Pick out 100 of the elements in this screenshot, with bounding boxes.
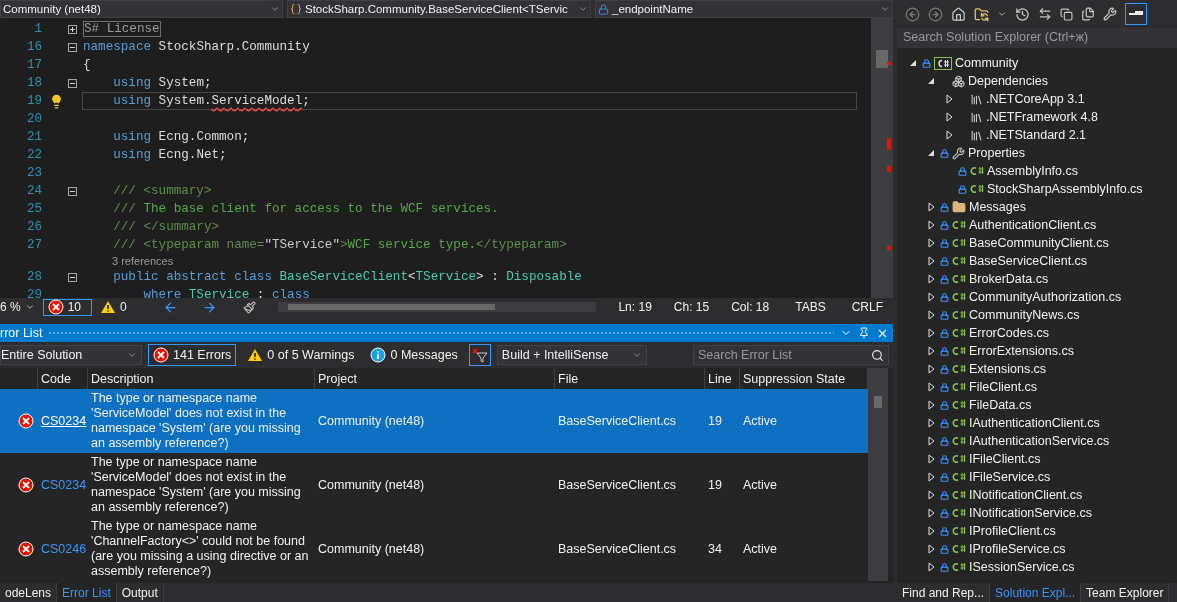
tree-item[interactable]: INotificationClient.cs xyxy=(969,488,1083,502)
line-ending-indicator[interactable]: CRLF xyxy=(851,300,883,314)
vertical-scrollbar[interactable] xyxy=(868,368,888,581)
collapsed-arrow-icon[interactable] xyxy=(927,400,935,410)
collapsed-arrow-icon[interactable] xyxy=(927,508,935,518)
collapsed-arrow-icon[interactable] xyxy=(927,220,935,230)
tree-item[interactable]: FileClient.cs xyxy=(969,380,1038,394)
collapsed-arrow-icon[interactable] xyxy=(927,364,935,374)
tree-item[interactable]: INotificationService.cs xyxy=(969,506,1092,520)
collapsed-arrow-icon[interactable] xyxy=(945,130,953,140)
collapse-toggle[interactable] xyxy=(68,42,77,52)
tree-item[interactable]: .NETCoreApp 3.1 xyxy=(986,92,1085,106)
tree-item[interactable]: CommunityAuthorization.cs xyxy=(969,290,1122,304)
tree-item[interactable]: FileData.cs xyxy=(969,398,1032,412)
scope-dropdown[interactable]: Entire Solution xyxy=(0,345,142,365)
collapsed-arrow-icon[interactable] xyxy=(945,94,953,104)
line-number: 27 xyxy=(25,238,43,252)
horizontal-scrollbar[interactable] xyxy=(277,302,597,312)
search-field[interactable]: Search Solution Explorer (Ctrl+ж) xyxy=(897,28,1177,48)
tree-item[interactable]: ErrorCodes.cs xyxy=(969,326,1049,340)
error-count-button[interactable]: 10 xyxy=(42,298,93,316)
tree-item[interactable]: Dependencies xyxy=(968,74,1048,88)
collapsed-arrow-icon[interactable] xyxy=(927,382,935,392)
lock-icon xyxy=(940,292,949,302)
tree-item[interactable]: IAuthenticationService.cs xyxy=(969,434,1110,448)
collapsed-arrow-icon[interactable] xyxy=(927,526,935,536)
collapse-toggle[interactable] xyxy=(68,78,77,88)
expanded-arrow-icon[interactable] xyxy=(927,77,935,85)
project-dropdown[interactable]: Community (net48) xyxy=(0,0,283,18)
collapse-toggle[interactable] xyxy=(68,186,77,196)
tree-item[interactable]: BaseServiceClient.cs xyxy=(969,254,1088,268)
collapsed-arrow-icon[interactable] xyxy=(927,490,935,500)
tree-item[interactable]: AuthenticationClient.cs xyxy=(969,218,1097,232)
error-icon xyxy=(18,413,34,429)
brush-icon xyxy=(242,300,256,314)
error-icon xyxy=(18,477,34,493)
collapsed-arrow-icon[interactable] xyxy=(927,562,935,572)
collapsed-arrow-icon[interactable] xyxy=(927,256,935,266)
collapsed-arrow-icon[interactable] xyxy=(927,436,935,446)
tree-item[interactable]: .NETStandard 2.1 xyxy=(986,128,1087,142)
collapsed-arrow-icon[interactable] xyxy=(927,472,935,482)
member-dropdown[interactable]: _endpointName xyxy=(595,0,893,18)
panel-tab[interactable]: Error List xyxy=(57,583,117,602)
collapsed-arrow-icon[interactable] xyxy=(927,202,935,212)
collapsed-arrow-icon[interactable] xyxy=(927,454,935,464)
preview-toggle[interactable] xyxy=(1125,3,1147,25)
tree-item[interactable]: StockSharpAssemblyInfo.cs xyxy=(987,182,1143,196)
tree-item[interactable]: .NETFramework 4.8 xyxy=(986,110,1098,124)
collapsed-arrow-icon[interactable] xyxy=(927,274,935,284)
search-field[interactable]: Search Error List xyxy=(693,345,889,365)
tree-item[interactable]: IProfileClient.cs xyxy=(969,524,1056,538)
tree-item[interactable]: Messages xyxy=(969,200,1026,214)
collapsed-arrow-icon[interactable] xyxy=(927,238,935,248)
tree-item[interactable]: BaseCommunityClient.cs xyxy=(969,236,1109,250)
collapsed-arrow-icon[interactable] xyxy=(945,112,953,122)
error-code-link[interactable]: CS0246 xyxy=(41,541,87,557)
collapse-toggle[interactable] xyxy=(68,272,77,282)
warning-count-button[interactable]: 0 xyxy=(100,300,127,314)
collapsed-arrow-icon[interactable] xyxy=(927,292,935,302)
tree-item[interactable]: Community xyxy=(955,56,1019,70)
collapsed-arrow-icon[interactable] xyxy=(927,310,935,320)
indent-indicator[interactable]: TABS xyxy=(795,300,826,314)
lock-icon xyxy=(940,454,949,464)
expanded-arrow-icon[interactable] xyxy=(927,149,935,157)
tree-item[interactable]: Extensions.cs xyxy=(969,362,1047,376)
tree-item[interactable]: AssemblyInfo.cs xyxy=(987,164,1078,178)
error-code-link[interactable]: CS0234 xyxy=(41,477,87,493)
code-line: using System; xyxy=(112,75,213,92)
tree-item[interactable]: BrokerData.cs xyxy=(969,272,1049,286)
tree-item[interactable]: IAuthenticationClient.cs xyxy=(969,416,1100,430)
csharp-file-icon xyxy=(970,166,984,176)
expanded-arrow-icon[interactable] xyxy=(909,59,917,67)
tree-item[interactable]: IFileService.cs xyxy=(969,470,1051,484)
tree-item[interactable]: IFileClient.cs xyxy=(969,452,1041,466)
filter-button[interactable]: 141 Errors xyxy=(148,344,237,366)
collapsed-arrow-icon[interactable] xyxy=(927,544,935,554)
expand-toggle[interactable] xyxy=(68,24,77,34)
zoom-dropdown[interactable]: 6 % xyxy=(0,300,35,314)
tree-item[interactable]: CommunityNews.cs xyxy=(969,308,1080,322)
vertical-scrollbar[interactable] xyxy=(871,18,893,298)
tree-item[interactable]: Properties xyxy=(968,146,1025,160)
collapsed-arrow-icon[interactable] xyxy=(927,328,935,338)
collapsed-arrow-icon[interactable] xyxy=(927,346,935,356)
tree-item[interactable]: IProfileService.cs xyxy=(969,542,1066,556)
column-header[interactable]: Code xyxy=(38,368,88,389)
filter-button[interactable]: 0 Messages xyxy=(365,344,463,366)
column-header[interactable]: Suppression State xyxy=(740,368,868,389)
collapsed-arrow-icon[interactable] xyxy=(927,418,935,428)
lock-icon xyxy=(958,166,967,176)
sync-folder-icon xyxy=(974,6,989,22)
lock-icon xyxy=(940,238,949,248)
type-dropdown[interactable]: StockSharp.Community.BaseServiceClient<TServic xyxy=(287,0,591,18)
filter-button[interactable]: 0 of 5 Warnings xyxy=(242,344,360,366)
tree-item[interactable]: ErrorExtensions.cs xyxy=(969,344,1074,358)
source-dropdown[interactable]: Build + IntelliSense xyxy=(496,345,647,365)
references-link[interactable]: 3 references xyxy=(112,255,174,267)
panel-tab[interactable]: Solution Expl... xyxy=(990,583,1082,602)
clear-filter-toggle[interactable] xyxy=(468,344,491,366)
csharp-file-icon xyxy=(952,310,966,320)
tree-item[interactable]: ISessionService.cs xyxy=(969,560,1075,574)
